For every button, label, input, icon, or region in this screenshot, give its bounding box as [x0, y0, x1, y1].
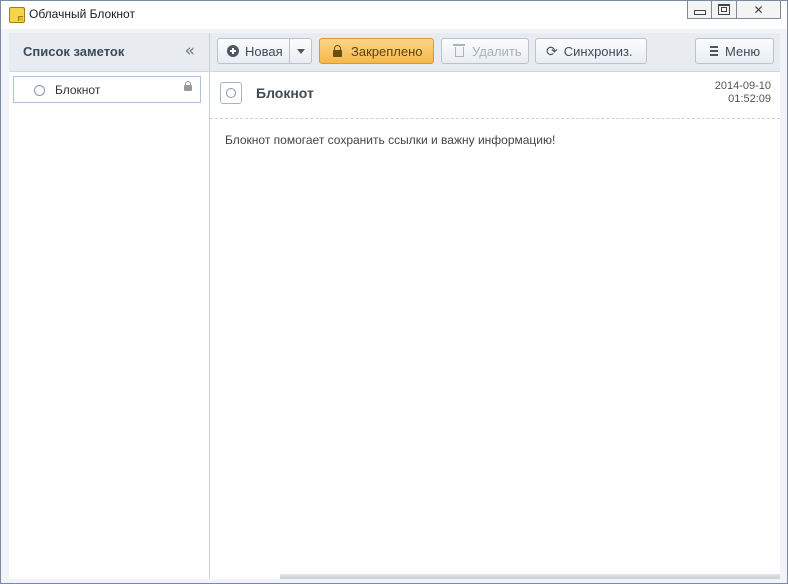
minimize-icon	[693, 10, 706, 15]
pinned-label: Закреплено	[351, 43, 423, 59]
note-time: 01:52:09	[728, 93, 771, 105]
trash-icon	[453, 44, 465, 57]
menu-button[interactable]: Меню	[695, 38, 774, 64]
close-button[interactable]: ✕	[737, 1, 781, 19]
note-body[interactable]: Блокнот помогает сохранить ссылки и важн…	[225, 133, 555, 147]
new-note-label: Новая	[245, 43, 283, 59]
radio-icon[interactable]	[34, 85, 45, 96]
note-title[interactable]: Блокнот	[256, 85, 314, 101]
plus-circle-icon	[227, 45, 239, 57]
bottom-scrollbar[interactable]	[280, 574, 780, 579]
pinned-button[interactable]: Закреплено	[319, 38, 434, 64]
maximize-button[interactable]	[712, 1, 737, 19]
new-note-button[interactable]: Новая	[217, 38, 312, 64]
sync-icon: ⟳	[546, 42, 558, 59]
maximize-icon	[718, 4, 730, 15]
menu-icon	[710, 46, 718, 56]
window-controls: ✕	[687, 1, 781, 19]
lock-icon	[333, 44, 342, 57]
notepad-app-icon	[9, 7, 25, 23]
app-window: Облачный Блокнот ✕ Список заметок « Блок…	[0, 0, 788, 584]
chevron-down-icon[interactable]	[297, 49, 305, 54]
note-header: Блокнот 2014-09-10 01:52:09	[210, 72, 780, 119]
sidebar-header: Список заметок «	[9, 33, 209, 72]
double-chevron-left-icon[interactable]: «	[185, 41, 195, 61]
lock-icon	[184, 81, 192, 91]
note-date: 2014-09-10	[714, 80, 771, 92]
toolbar: Новая Закреплено Удалить ⟳ Синхрониз. Ме…	[210, 33, 780, 72]
sync-button[interactable]: ⟳ Синхрониз.	[535, 38, 647, 64]
menu-label: Меню	[725, 43, 761, 59]
note-select-checkbox[interactable]	[220, 82, 242, 104]
sync-label: Синхрониз.	[563, 43, 633, 59]
split-divider	[289, 39, 290, 63]
sidebar-item-label: Блокнот	[55, 83, 101, 97]
window-title: Облачный Блокнот	[29, 7, 135, 21]
note-panel: Новая Закреплено Удалить ⟳ Синхрониз. Ме…	[210, 33, 780, 579]
sidebar-title: Список заметок	[23, 44, 125, 59]
title-bar: Облачный Блокнот ✕	[1, 1, 787, 29]
note-timestamp: 2014-09-10 01:52:09	[715, 80, 771, 106]
sidebar-item-notepad[interactable]: Блокнот	[13, 76, 201, 103]
delete-button[interactable]: Удалить	[441, 38, 529, 64]
notes-sidebar: Список заметок « Блокнот	[9, 33, 210, 579]
minimize-button[interactable]	[687, 1, 712, 19]
delete-label: Удалить	[472, 43, 522, 59]
close-icon: ✕	[753, 2, 764, 17]
